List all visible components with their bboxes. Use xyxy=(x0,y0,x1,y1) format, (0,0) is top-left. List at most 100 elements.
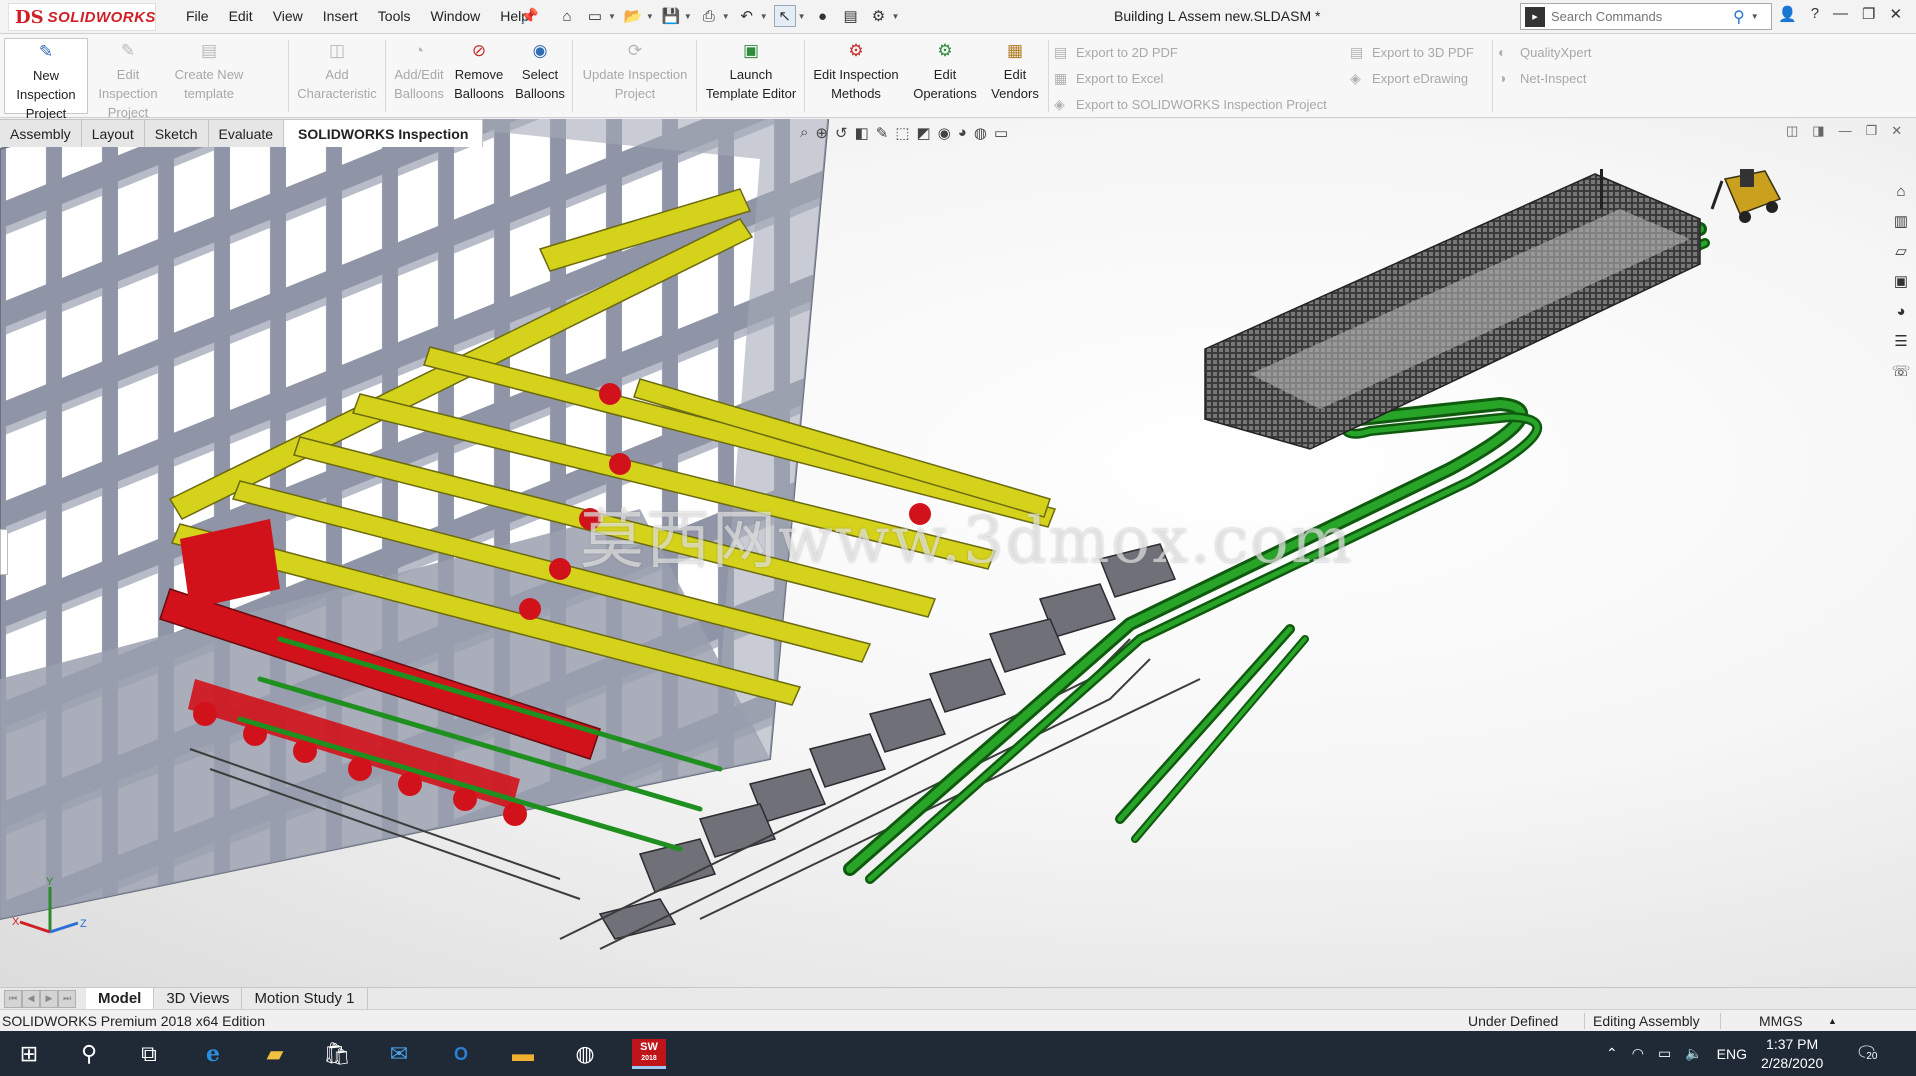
export-sw-inspection-project-button[interactable]: ◈ Export to SOLIDWORKS Inspection Project xyxy=(1054,96,1327,113)
volume-icon[interactable]: 🔈 xyxy=(1685,1045,1702,1062)
options-caret-icon[interactable]: ▼ xyxy=(892,12,900,21)
update-inspection-project-button[interactable]: ⟳ Update Inspection Project xyxy=(578,40,692,103)
edit-inspection-methods-button[interactable]: ⚙ Edit Inspection Methods xyxy=(808,40,904,103)
export-3d-pdf-button[interactable]: ▤ Export to 3D PDF xyxy=(1350,44,1474,61)
display-style-icon[interactable]: ◩ xyxy=(917,124,931,142)
viewport-minimize-icon[interactable]: — xyxy=(1839,123,1852,139)
tab-3d-views[interactable]: 3D Views xyxy=(154,987,243,1010)
qualityxpert-button[interactable]: ◐ QualityXpert xyxy=(1498,44,1592,60)
tab-model[interactable]: Model xyxy=(86,987,155,1010)
clock[interactable]: 1:37 PM 2/28/2020 xyxy=(1761,1035,1823,1073)
tab-solidworks-inspection[interactable]: SOLIDWORKS Inspection xyxy=(284,119,484,147)
open-caret-icon[interactable]: ▼ xyxy=(646,12,654,21)
last-tab-icon[interactable]: ⏭ xyxy=(58,989,76,1008)
file-explorer-taskbar-icon[interactable]: ▰ xyxy=(260,1039,290,1069)
taskbar-search-icon[interactable]: ⚲ xyxy=(74,1039,104,1069)
menu-edit[interactable]: Edit xyxy=(219,8,263,24)
export-2d-pdf-button[interactable]: ▤ Export to 2D PDF xyxy=(1054,44,1178,61)
export-edrawing-button[interactable]: ◈ Export eDrawing xyxy=(1350,70,1468,87)
sticky-app-icon[interactable]: ▬ xyxy=(508,1039,538,1069)
file-explorer-icon[interactable]: ▱ xyxy=(1889,239,1913,263)
solidworks-taskbar-icon[interactable]: SW 2018 xyxy=(632,1039,666,1069)
battery-icon[interactable]: ▭ xyxy=(1658,1045,1671,1062)
net-inspect-button[interactable]: ◑ Net-Inspect xyxy=(1498,70,1586,86)
user-account-icon[interactable]: 👤 xyxy=(1778,5,1797,23)
print-icon[interactable]: ⎙ xyxy=(698,5,720,27)
action-center-icon[interactable]: 🗨20 xyxy=(1855,1043,1879,1064)
previous-view-icon[interactable]: ↺ xyxy=(835,124,848,142)
viewport-close-icon[interactable]: ✕ xyxy=(1891,123,1902,139)
close-icon[interactable]: ✕ xyxy=(1889,5,1902,23)
edit-vendors-button[interactable]: ▦ Edit Vendors xyxy=(986,40,1044,103)
tab-motion-study-1[interactable]: Motion Study 1 xyxy=(242,987,368,1010)
custom-properties-icon[interactable]: ☰ xyxy=(1889,329,1913,353)
view-orientation-icon[interactable]: ⬚ xyxy=(895,124,909,142)
select-balloons-button[interactable]: ◉ Select Balloons xyxy=(512,40,568,103)
menu-window[interactable]: Window xyxy=(420,8,490,24)
forklift-model[interactable] xyxy=(1710,169,1782,223)
next-tab-icon[interactable]: ▶ xyxy=(40,989,58,1008)
select-caret-icon[interactable]: ▼ xyxy=(798,12,806,21)
unit-system-selector[interactable]: MMGS xyxy=(1720,1013,1803,1029)
mail-icon[interactable]: ✉ xyxy=(384,1039,414,1069)
hide-show-items-icon[interactable]: ◉ xyxy=(938,124,951,142)
solidworks-logo[interactable]: DS SOLIDWORKS xyxy=(8,3,156,31)
search-commands-box[interactable]: ▸ ⚲ ▼ xyxy=(1520,3,1772,30)
prev-tab-icon[interactable]: ◀ xyxy=(22,989,40,1008)
solidworks-resources-icon[interactable]: ⌂ xyxy=(1889,179,1913,203)
new-inspection-project-button[interactable]: ✎ New Inspection Project xyxy=(4,38,88,121)
edge-browser-icon[interactable]: e xyxy=(198,1039,228,1069)
tab-evaluate[interactable]: Evaluate xyxy=(208,119,285,147)
section-view-icon[interactable]: ◧ xyxy=(855,124,869,142)
tab-sketch[interactable]: Sketch xyxy=(144,119,209,147)
launch-template-editor-button[interactable]: ▣ Launch Template Editor xyxy=(702,40,800,103)
outlook-icon[interactable]: O xyxy=(446,1039,476,1069)
add-edit-balloons-button[interactable]: ◔ Add/Edit Balloons xyxy=(390,40,448,103)
undo-caret-icon[interactable]: ▼ xyxy=(760,12,768,21)
search-icon[interactable]: ⚲ xyxy=(1733,7,1745,27)
tab-assembly[interactable]: Assembly xyxy=(0,119,82,147)
split-view-icon[interactable]: ◫ xyxy=(1786,123,1798,139)
search-caret-icon[interactable]: ▼ xyxy=(1751,12,1759,21)
save-caret-icon[interactable]: ▼ xyxy=(684,12,692,21)
windows-start-icon[interactable]: ⊞ xyxy=(14,1039,44,1069)
create-new-template-button[interactable]: ▤ Create New template xyxy=(170,40,248,103)
file-properties-icon[interactable]: ▤ xyxy=(840,5,862,27)
apply-scene-icon[interactable]: ◍ xyxy=(974,124,987,142)
undo-icon[interactable]: ↶ xyxy=(736,5,758,27)
forum-icon[interactable]: ☏ xyxy=(1889,359,1913,383)
export-excel-button[interactable]: ▦ Export to Excel xyxy=(1054,70,1163,87)
view-settings-icon[interactable]: ▭ xyxy=(994,124,1008,142)
dynamic-annotation-icon[interactable]: ✎ xyxy=(876,124,889,142)
restore-icon[interactable]: ❐ xyxy=(1862,5,1875,23)
tab-layout[interactable]: Layout xyxy=(81,119,145,147)
home-icon[interactable]: ⌂ xyxy=(556,5,578,27)
language-indicator[interactable]: ENG xyxy=(1717,1046,1747,1062)
wifi-icon[interactable]: ◠ xyxy=(1632,1045,1644,1062)
edit-appearance-icon[interactable]: ◕ xyxy=(958,124,967,142)
traffic-light-icon[interactable]: ● xyxy=(812,5,834,27)
save-icon[interactable]: 💾 xyxy=(660,5,682,27)
appearances-icon[interactable]: ◕ xyxy=(1889,299,1913,323)
menu-file[interactable]: File xyxy=(176,8,219,24)
unit-caret-icon[interactable]: ▲ xyxy=(1828,1016,1837,1026)
pin-menu-icon[interactable]: 📌 xyxy=(520,7,539,25)
show-hidden-icons-icon[interactable]: ⌃ xyxy=(1606,1045,1618,1062)
open-folder-icon[interactable]: 📂 xyxy=(622,5,644,27)
graphics-area[interactable]: 莫西网www.3dmox.com ⌕ ⊕ ↺ ◧ ✎ ⬚ ◩ ◉ ◕ ◍ ▭ ◫… xyxy=(0,119,1916,987)
options-gear-icon[interactable]: ⚙ xyxy=(868,5,890,27)
viewport-restore-icon[interactable]: ❐ xyxy=(1866,123,1878,139)
task-view-icon[interactable]: ⧉ xyxy=(134,1039,164,1069)
help-icon[interactable]: ? xyxy=(1811,5,1819,23)
tile-view-icon[interactable]: ◨ xyxy=(1812,123,1824,139)
store-icon[interactable]: 🛍 xyxy=(322,1039,352,1069)
edit-operations-button[interactable]: ⚙ Edit Operations xyxy=(908,40,982,103)
menu-view[interactable]: View xyxy=(263,8,313,24)
globe-app-icon[interactable]: ◍ xyxy=(570,1039,600,1069)
new-document-icon[interactable]: ▭ xyxy=(584,5,606,27)
add-characteristic-button[interactable]: ◫ Add Characteristic xyxy=(294,40,380,103)
first-tab-icon[interactable]: ⏮ xyxy=(4,989,22,1008)
zoom-area-icon[interactable]: ⊕ xyxy=(815,124,828,142)
view-palette-icon[interactable]: ▣ xyxy=(1889,269,1913,293)
search-input[interactable] xyxy=(1551,9,1731,24)
